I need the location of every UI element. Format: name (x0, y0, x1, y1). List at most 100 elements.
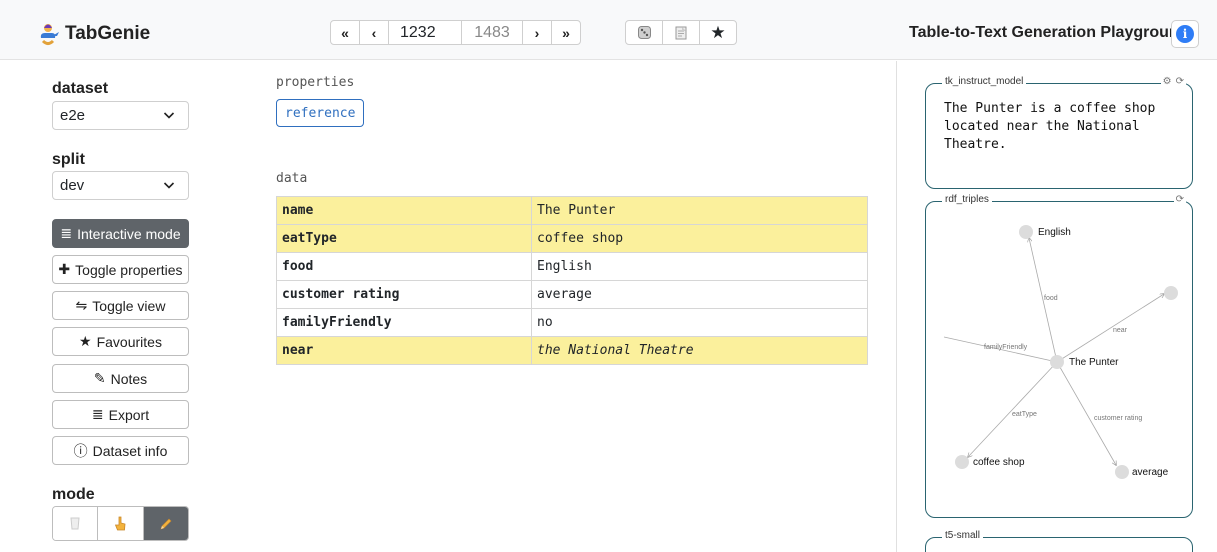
row-key: eatType (276, 224, 532, 253)
toolbar: ★ (625, 20, 737, 45)
output-box-tk-instruct: tk_instruct_model ⚙ ⟳ The Punter is a co… (925, 76, 1193, 189)
row-value: coffee shop (531, 224, 868, 253)
notes-button[interactable]: ✎ Notes (52, 364, 189, 393)
list-icon: ≣ (91, 406, 104, 422)
pencil-icon (160, 518, 172, 529)
edge-label: familyFriendly (984, 344, 1028, 351)
gear-icon[interactable]: ⚙ (1163, 76, 1172, 87)
output-box-rdf-triples: rdf_triples ⟳ food near familyFriendly e… (925, 194, 1194, 519)
edge-label: customer rating (1094, 415, 1142, 422)
node-label: coffee shop (973, 457, 1025, 468)
graph-edge (968, 361, 1058, 457)
row-key: food (276, 252, 532, 281)
row-value: the National Theatre (531, 336, 868, 365)
dice-icon (637, 26, 651, 39)
star-icon: ★ (79, 333, 92, 349)
notes-label: Notes (110, 370, 148, 387)
dataset-info-button[interactable]: ⓘ Dataset info (52, 436, 189, 465)
export-label: Export (108, 406, 150, 423)
favourite-button[interactable]: ★ (699, 20, 737, 45)
table-row[interactable]: eatType coffee shop (276, 224, 868, 253)
cup-icon (70, 517, 80, 530)
swap-arrows-icon: ⇋ (75, 297, 88, 313)
favourites-button[interactable]: ★ Favourites (52, 327, 189, 356)
edge-label: near (1113, 327, 1128, 334)
split-value: dev (60, 177, 85, 194)
brand[interactable]: TabGenie (38, 20, 150, 48)
brand-name: TabGenie (65, 23, 151, 44)
table-row[interactable]: food English (276, 252, 868, 281)
genie-lamp-icon (40, 24, 59, 45)
top-navbar: TabGenie « ‹ 1232 1483 › » ★ Table-to-Te… (0, 0, 1217, 60)
row-value: average (531, 280, 868, 309)
row-value: The Punter (531, 196, 868, 225)
last-page-button[interactable]: » (551, 20, 581, 45)
graph-node[interactable] (1019, 225, 1033, 239)
favourites-label: Favourites (96, 333, 162, 350)
copy-button[interactable] (662, 20, 700, 45)
clipboard-icon (675, 26, 687, 40)
row-key: familyFriendly (276, 308, 532, 337)
export-button[interactable]: ≣ Export (52, 400, 189, 429)
row-value: English (531, 252, 868, 281)
toggle-view-button[interactable]: ⇋ Toggle view (52, 291, 189, 320)
table-row[interactable]: name The Punter (276, 196, 868, 225)
mode-interact-button[interactable] (97, 507, 143, 540)
interactive-mode-label: Interactive mode (77, 225, 181, 242)
pagination: « ‹ 1232 1483 › » (330, 20, 581, 45)
table-row[interactable]: customer rating average (276, 280, 868, 309)
dataset-label: dataset (52, 80, 109, 97)
next-page-button[interactable]: › (522, 20, 552, 45)
mode-edit-button[interactable] (142, 507, 188, 540)
row-value: no (531, 308, 868, 337)
mode-view-button[interactable] (53, 507, 98, 540)
toggle-properties-label: Toggle properties (75, 261, 183, 278)
dataset-value: e2e (60, 107, 86, 124)
chevron-down-icon (163, 112, 175, 119)
mode-label: mode (52, 486, 95, 503)
plus-icon: ✚ (58, 261, 71, 277)
dataset-select[interactable]: e2e (52, 101, 189, 130)
graph-edge (1056, 361, 1116, 465)
row-key: near (276, 336, 532, 365)
rdf-graph[interactable]: food near familyFriendly eatType custome… (926, 202, 1194, 519)
model-name: tk_instruct_model (942, 76, 1027, 87)
graph-node[interactable] (1164, 286, 1178, 300)
refresh-icon[interactable]: ⟳ (1176, 76, 1184, 87)
total-pages: 1483 (461, 20, 523, 45)
graph-edge (1056, 294, 1164, 363)
pencil-icon: ✎ (93, 370, 106, 386)
pointer-hand-icon (114, 516, 126, 530)
data-label: data (276, 171, 308, 186)
graph-node[interactable] (1115, 465, 1129, 479)
node-label: English (1038, 227, 1071, 238)
toggle-view-label: Toggle view (92, 297, 166, 314)
info-icon: i (1176, 25, 1194, 43)
properties-label: properties (276, 75, 355, 90)
interactive-mode-button[interactable]: ≣ Interactive mode (52, 219, 189, 248)
table-row[interactable]: near the National Theatre (276, 336, 868, 365)
graph-node[interactable] (955, 455, 969, 469)
graph-node[interactable] (1050, 355, 1064, 369)
info-button[interactable]: i (1171, 20, 1199, 48)
info-circle-icon: ⓘ (73, 442, 88, 459)
list-icon: ≣ (60, 225, 73, 241)
data-table: name The Punter eatType coffee shop food Engl… (276, 196, 868, 365)
row-key: name (276, 196, 532, 225)
edge-label: food (1044, 295, 1058, 302)
toggle-properties-button[interactable]: ✚ Toggle properties (52, 255, 189, 284)
split-select[interactable]: dev (52, 171, 189, 200)
prev-page-button[interactable]: ‹ (359, 20, 389, 45)
page-number-input[interactable]: 1232 (388, 20, 462, 45)
generated-text: The Punter is a coffee shop located near… (944, 101, 1156, 152)
reference-button[interactable]: reference (276, 99, 365, 127)
node-label: The Punter (1069, 357, 1119, 368)
mode-selector (52, 506, 189, 541)
chevron-down-icon (163, 182, 175, 189)
edge-label: eatType (1012, 411, 1037, 418)
model-name: t5-small (942, 530, 984, 541)
node-label: average (1132, 467, 1169, 478)
first-page-button[interactable]: « (330, 20, 360, 45)
random-button[interactable] (625, 20, 663, 45)
table-row[interactable]: familyFriendly no (276, 308, 868, 337)
